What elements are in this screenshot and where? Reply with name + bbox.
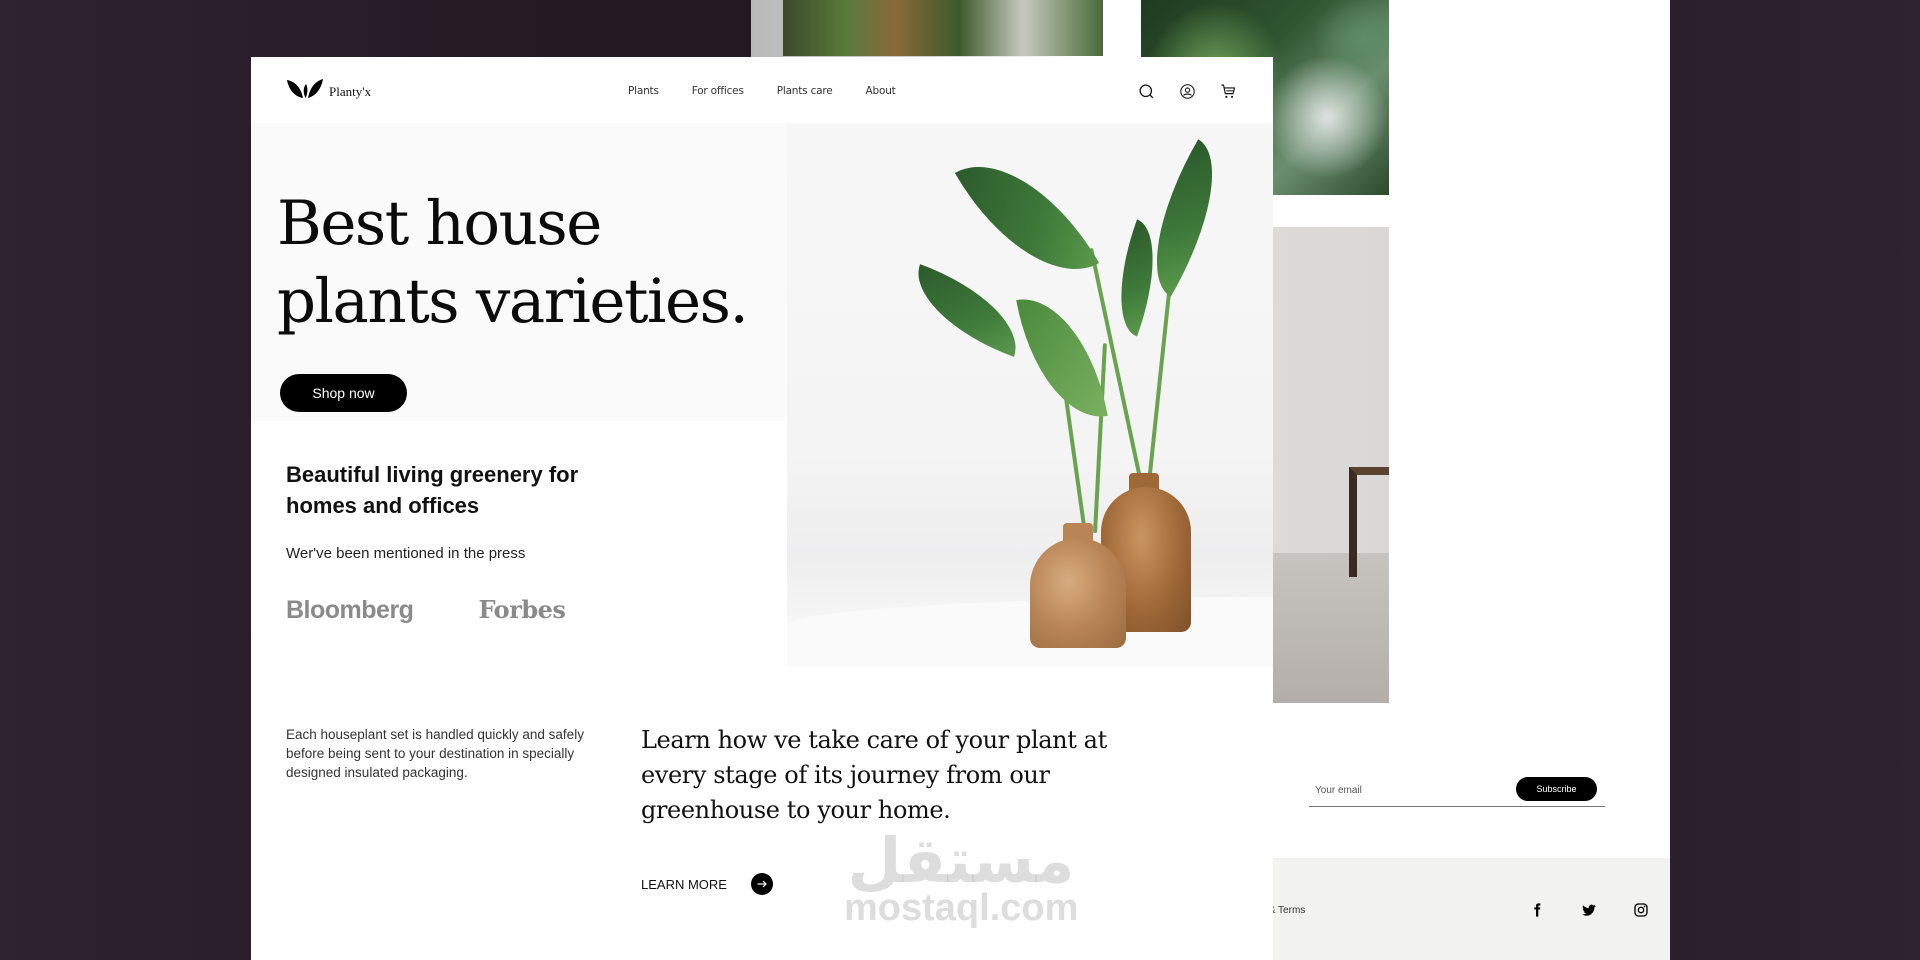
nav-link-for-offices[interactable]: For offices	[692, 85, 744, 97]
account-icon[interactable]	[1179, 82, 1220, 100]
arrow-right-icon[interactable]	[750, 873, 773, 895]
newsletter-form: Subscribe	[1309, 776, 1605, 807]
logo[interactable]: Planty'x	[286, 78, 371, 100]
hero-title-line: plants varieties.	[277, 266, 749, 337]
press-logos: Bloomberg Forbes	[286, 595, 566, 625]
plant-stem	[1147, 263, 1174, 484]
hero-title: Best house plants varieties.	[277, 185, 757, 341]
main-page-mockup: Planty'x Plants For offices Plants care …	[251, 57, 1273, 960]
cart-icon[interactable]	[1220, 82, 1261, 100]
leaf-logo-icon	[287, 79, 323, 98]
intro-heading: Beautiful living greenery for homes and …	[286, 462, 579, 518]
subscribe-button[interactable]: Subscribe	[1516, 777, 1597, 801]
hero-plant-photo	[787, 123, 1273, 667]
forbes-logo: Forbes	[478, 595, 566, 624]
nav-link-plants-care[interactable]: Plants care	[777, 85, 833, 97]
nav-actions	[1138, 82, 1261, 100]
shop-now-button[interactable]: Shop now	[280, 374, 407, 412]
plant-leaf	[954, 133, 1100, 303]
facebook-icon[interactable]	[1511, 900, 1563, 920]
care-statement: Learn how ve take care of your plant at …	[641, 726, 1107, 824]
instagram-icon[interactable]	[1615, 900, 1667, 920]
social-links	[1511, 900, 1667, 920]
plant-leaf	[1016, 287, 1108, 429]
plant-leaf	[901, 264, 1033, 357]
side-table	[1349, 467, 1389, 577]
nav-link-plants[interactable]: Plants	[628, 85, 659, 97]
plant-shelf-photo	[783, 0, 1103, 56]
learn-more-label: LEARN MORE	[641, 876, 727, 892]
email-input[interactable]	[1309, 780, 1509, 800]
nav-link-about[interactable]: About	[866, 85, 896, 97]
search-icon[interactable]	[1138, 82, 1179, 100]
navbar: Planty'x Plants For offices Plants care …	[251, 57, 1273, 123]
twitter-icon[interactable]	[1563, 900, 1615, 920]
bloomberg-logo: Bloomberg	[286, 596, 414, 624]
brand-name: Planty'x	[329, 84, 372, 99]
wooden-vase	[1030, 538, 1126, 648]
packaging-description: Each houseplant set is handled quickly a…	[286, 727, 584, 780]
learn-more-link[interactable]: LEARN MORE	[641, 873, 773, 895]
press-label: Wer've been mentioned in the press	[286, 545, 526, 562]
main-nav: Plants For offices Plants care About	[628, 85, 929, 97]
hero-title-line: Best house	[277, 188, 602, 259]
